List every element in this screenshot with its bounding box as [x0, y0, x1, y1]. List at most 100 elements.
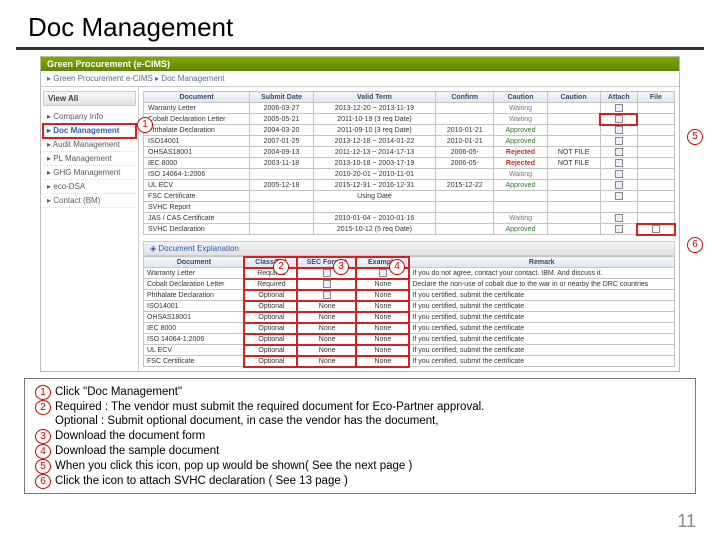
cell: None [297, 323, 355, 334]
download-icon[interactable] [323, 280, 331, 288]
cell [547, 202, 600, 213]
cell [436, 169, 494, 180]
sidebar-item-1[interactable]: ▸ Doc Management [43, 124, 136, 138]
download-icon[interactable] [323, 269, 331, 277]
page-number: 11 [677, 511, 696, 532]
attach-icon[interactable] [615, 170, 623, 178]
app-frame: Green Procurement (e-CIMS) ▸ Green Procu… [40, 56, 680, 372]
cell: 2005-05-21 [250, 114, 314, 125]
attach-icon[interactable] [615, 192, 623, 200]
callout-5: 5 [687, 129, 703, 145]
breadcrumb: ▸ Green Procurement e-CIMS ▸ Doc Managem… [41, 71, 679, 87]
attach-icon[interactable] [615, 148, 623, 156]
instruction-marker: 3 [35, 429, 51, 444]
table-row: ISO140012007-01-252013-12-18 ~ 2014-01-2… [144, 136, 675, 147]
cell: Approved [494, 136, 547, 147]
cell[interactable] [600, 125, 637, 136]
attach-icon[interactable] [615, 225, 623, 233]
attach-icon[interactable] [615, 115, 623, 123]
main-pane: DocumentSubmit DateValid TermConfirmCaut… [139, 87, 679, 371]
cell [547, 136, 600, 147]
callout-2: 2 [273, 259, 289, 275]
cell: None [356, 345, 409, 356]
cell[interactable] [600, 103, 637, 114]
cell[interactable] [600, 180, 637, 191]
attach-icon[interactable] [615, 137, 623, 145]
cell: 2004-03-20 [250, 125, 314, 136]
cell: IEC 8000 [144, 323, 245, 334]
callout-3: 3 [333, 259, 349, 275]
col-header: Document [144, 257, 245, 268]
download-icon[interactable] [379, 269, 387, 277]
cell[interactable] [600, 213, 637, 224]
table-row: UL ECV2005-12-182015-12-31 ~ 2016-12-312… [144, 180, 675, 191]
app-header: Green Procurement (e-CIMS) [41, 57, 679, 71]
sidebar-item-4[interactable]: ▸ GHG Management [43, 166, 136, 180]
instruction-marker: 1 [35, 385, 51, 400]
table-row: FSC CertificateOptionalNoneNoneIf you ce… [144, 356, 675, 367]
cell: Phthalate Declaration [144, 290, 245, 301]
cell [547, 180, 600, 191]
file-icon[interactable] [652, 225, 660, 233]
table-row: IEC 8000OptionalNoneNoneIf you certified… [144, 323, 675, 334]
cell[interactable] [637, 224, 674, 235]
cell: 2006-05- [436, 147, 494, 158]
cell: Waiting [494, 103, 547, 114]
cell [436, 191, 494, 202]
instruction-marker: 6 [35, 474, 51, 489]
table-row: Warranty Letter2006-03-272013-12-20 ~ 20… [144, 103, 675, 114]
cell: 2011-12-13 ~ 2014-17-13 [313, 147, 435, 158]
cell: If you do not agree, contact your contac… [409, 268, 675, 279]
cell: JAS / CAS Certificate [144, 213, 250, 224]
cell [637, 213, 674, 224]
cell [297, 279, 355, 290]
cell: 2015-12-31 ~ 2016-12-31 [313, 180, 435, 191]
attach-icon[interactable] [615, 104, 623, 112]
cell[interactable] [600, 191, 637, 202]
sidebar-header: View All [43, 91, 136, 106]
cell [250, 224, 314, 235]
sidebar-item-5[interactable]: ▸ eco-DSA [43, 180, 136, 194]
download-icon[interactable] [323, 291, 331, 299]
instruction-text: When you click this icon, pop up would b… [55, 459, 412, 473]
attach-icon[interactable] [615, 181, 623, 189]
table-row: SVHC Report [144, 202, 675, 213]
sidebar-item-6[interactable]: ▸ Contact (BM) [43, 194, 136, 208]
cell: 2010-01-21 [436, 136, 494, 147]
cell [637, 180, 674, 191]
attach-icon[interactable] [615, 214, 623, 222]
col-header: Class/Rel [244, 257, 297, 268]
col-header: Document [144, 92, 250, 103]
sidebar-item-2[interactable]: ▸ Audit Management [43, 138, 136, 152]
cell: None [297, 312, 355, 323]
attach-icon[interactable] [615, 126, 623, 134]
cell[interactable] [600, 114, 637, 125]
cell: Waiting [494, 169, 547, 180]
sidebar-item-0[interactable]: ▸ Company Info [43, 110, 136, 124]
cell: None [297, 356, 355, 367]
cell: Rejected [494, 158, 547, 169]
cell: None [297, 301, 355, 312]
cell[interactable] [600, 147, 637, 158]
cell: SVHC Report [144, 202, 250, 213]
cell [547, 125, 600, 136]
cell[interactable] [600, 158, 637, 169]
cell: ISO 14064-1:2006 [144, 169, 250, 180]
table-row: Cobalt Declaration Letter2005-05-212011-… [144, 114, 675, 125]
sidebar-item-3[interactable]: ▸ PL Management [43, 152, 136, 166]
attach-icon[interactable] [615, 159, 623, 167]
cell: ISO14001 [144, 301, 245, 312]
cell [436, 114, 494, 125]
cell: None [356, 290, 409, 301]
callout-4: 4 [389, 259, 405, 275]
cell: 2013-12-18 ~ 2014-01-22 [313, 136, 435, 147]
cell[interactable] [600, 136, 637, 147]
cell [313, 202, 435, 213]
cell: Optional [244, 290, 297, 301]
cell: OHSAS18001 [144, 312, 245, 323]
cell[interactable] [600, 169, 637, 180]
cell [547, 213, 600, 224]
cell[interactable] [600, 224, 637, 235]
callout-1: 1 [137, 117, 153, 133]
cell [436, 103, 494, 114]
